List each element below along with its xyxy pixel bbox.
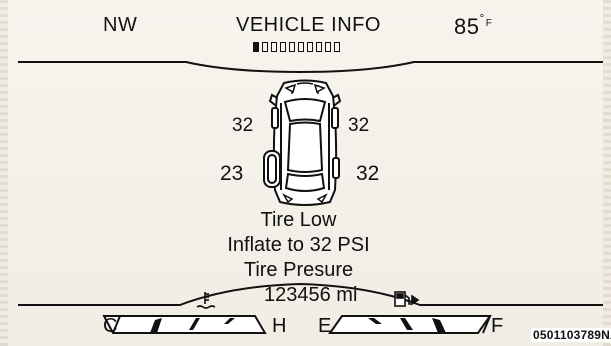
page-dot-active — [253, 42, 259, 52]
temp-gauge — [102, 315, 267, 334]
outside-temperature: 85°F — [454, 11, 493, 40]
temperature-unit: F — [485, 18, 493, 29]
page-dot — [307, 42, 313, 52]
tire-pressure-front-left: 32 — [232, 115, 254, 136]
degree-symbol: ° — [479, 11, 485, 25]
message-line-2: Inflate to 32 PSI — [227, 234, 370, 256]
page-dot — [262, 42, 268, 52]
page-dot — [271, 42, 277, 52]
temp-gauge-hot-label: H — [272, 315, 287, 337]
fuel-gauge-empty-label: E — [318, 315, 332, 337]
fuel-gauge-full-label: F — [491, 315, 504, 337]
tire-pressure-rear-right: 32 — [356, 162, 380, 185]
page-dot — [325, 42, 331, 52]
page-indicator — [253, 42, 340, 52]
tire-pressure-rear-left: 23 — [220, 162, 244, 185]
top-bezel-line — [18, 61, 603, 74]
compass-heading: NW — [103, 14, 138, 36]
low-tire-highlight — [263, 150, 281, 188]
page-dot — [334, 42, 340, 52]
page-dot — [280, 42, 286, 52]
temperature-value: 85 — [454, 14, 480, 39]
car-top-view-icon — [268, 79, 342, 206]
screen-title: VEHICLE INFO — [236, 14, 381, 36]
message-line-1: Tire Low — [260, 209, 337, 231]
message-line-3: Tire Presure — [243, 259, 354, 281]
odometer: 123456 mi — [264, 284, 358, 306]
temp-gauge-cold-label: C — [103, 315, 118, 337]
fuel-gauge — [328, 315, 492, 334]
page-dot — [298, 42, 304, 52]
page-dot — [289, 42, 295, 52]
figure-code: 0501103789NA — [531, 328, 611, 342]
page-dot — [316, 42, 322, 52]
tire-pressure-front-right: 32 — [348, 115, 370, 136]
